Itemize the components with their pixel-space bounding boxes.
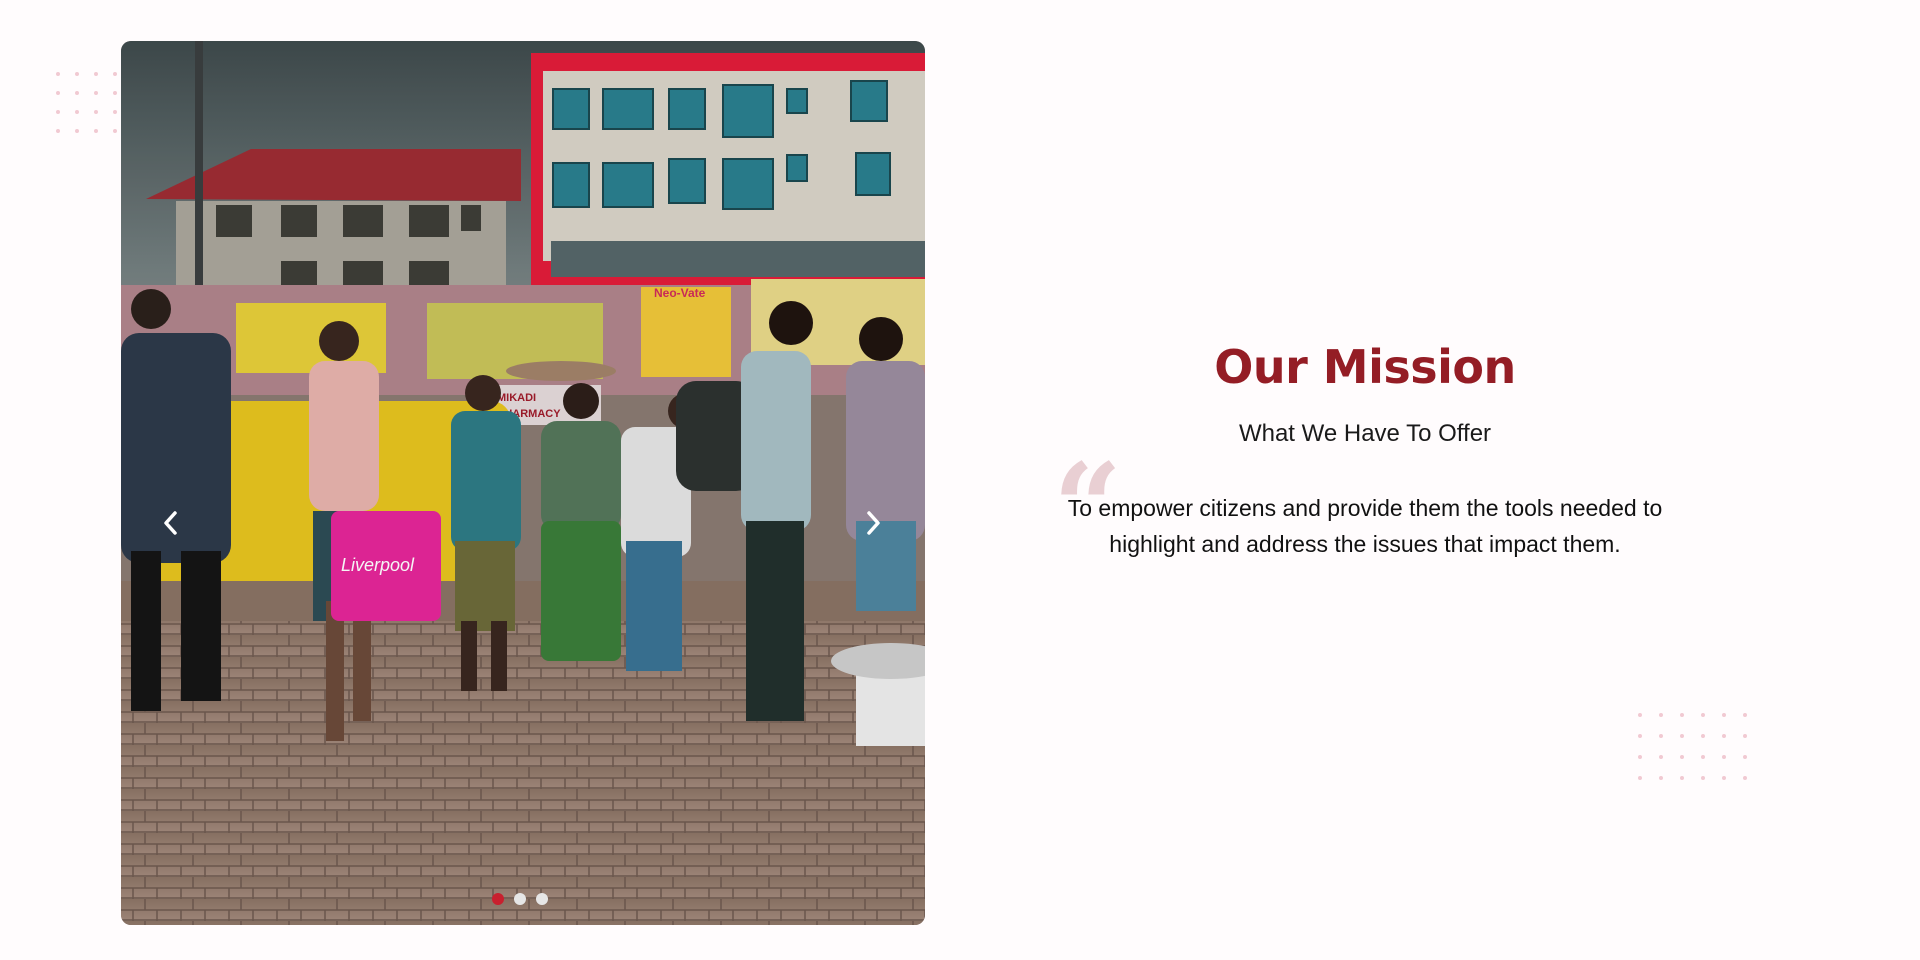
carousel-next-button[interactable] <box>855 505 891 541</box>
carousel-indicators <box>492 893 548 905</box>
mission-subtitle: What We Have To Offer <box>1238 420 1492 447</box>
mission-title: Our Mission <box>1214 340 1516 394</box>
carousel-indicator-1[interactable] <box>492 893 504 905</box>
chevron-left-icon <box>164 511 177 535</box>
carousel-slide-image: Neo-Vate MIKADI PHARMACY Liverpool <box>121 41 925 925</box>
image-carousel[interactable]: Neo-Vate MIKADI PHARMACY Liverpool <box>121 41 925 925</box>
carousel-prev-button[interactable] <box>153 505 189 541</box>
decorative-dot-grid-bottom <box>1638 713 1747 780</box>
mission-section: Our Mission What We Have To Offer “ To e… <box>1040 340 1690 568</box>
carousel-indicator-3[interactable] <box>536 893 548 905</box>
mission-quote: “ To empower citizens and provide them t… <box>1040 448 1690 568</box>
mission-page: Neo-Vate MIKADI PHARMACY Liverpool Our M… <box>0 0 1920 960</box>
mission-statement: To empower citizens and provide them the… <box>1067 495 1663 557</box>
chevron-right-icon <box>867 511 880 535</box>
carousel-indicator-2[interactable] <box>514 893 526 905</box>
